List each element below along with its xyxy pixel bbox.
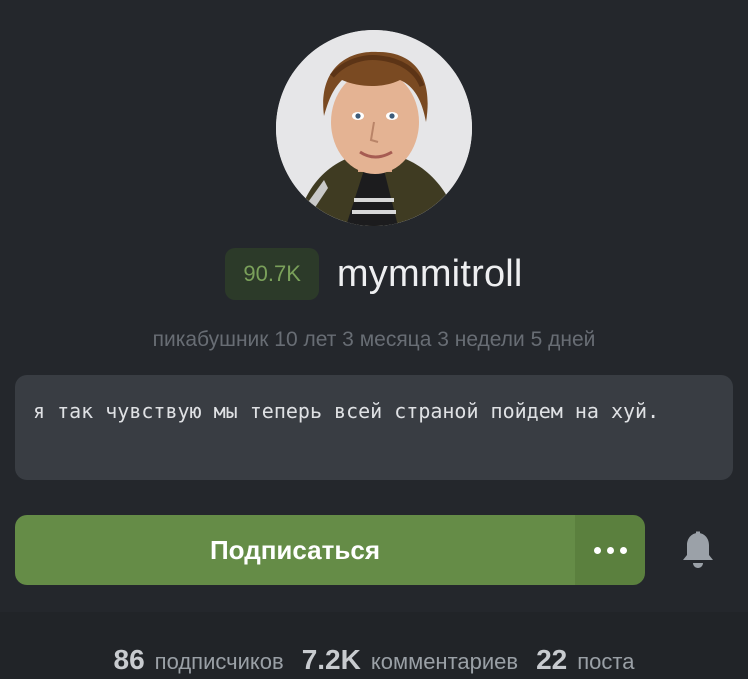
stat-label: комментариев (370, 649, 519, 674)
username: mymmitroll (336, 252, 523, 295)
subscribe-group: Подписаться (15, 515, 645, 585)
stat-value: 7.2K (301, 644, 361, 675)
stat-posts[interactable]: 22 поста (536, 644, 634, 676)
more-dots-icon-dot-2 (606, 546, 614, 554)
stat-value: 86 (113, 644, 145, 675)
avatar[interactable] (276, 30, 472, 226)
name-row: 90.7K mymmitroll (0, 248, 748, 300)
account-tenure: пикабушник 10 лет 3 месяца 3 недели 5 дн… (152, 328, 596, 351)
bell-icon (683, 531, 713, 568)
more-dots-icon-dot-3 (619, 546, 627, 554)
subscribe-button[interactable]: Подписаться (15, 515, 575, 585)
profile-card: 90.7K mymmitroll пикабушник 10 лет 3 мес… (0, 0, 748, 679)
more-dots-icon (593, 546, 601, 554)
profile-bio: я так чувствую мы теперь всей страной по… (15, 375, 733, 480)
avatar-photo (276, 30, 472, 226)
stat-subscribers[interactable]: 86 подписчиков (114, 644, 284, 676)
notification-bell-button[interactable] (676, 528, 720, 572)
stat-value: 22 (536, 644, 568, 675)
stat-label: поста (577, 649, 635, 674)
stats-row: 86 подписчиков 7.2K комментариев 22 пост… (0, 644, 748, 676)
more-options-button[interactable] (575, 515, 645, 585)
stat-label: подписчиков (154, 649, 284, 674)
stat-comments[interactable]: 7.2K комментариев (302, 644, 518, 676)
rating-badge: 90.7K (225, 248, 319, 300)
